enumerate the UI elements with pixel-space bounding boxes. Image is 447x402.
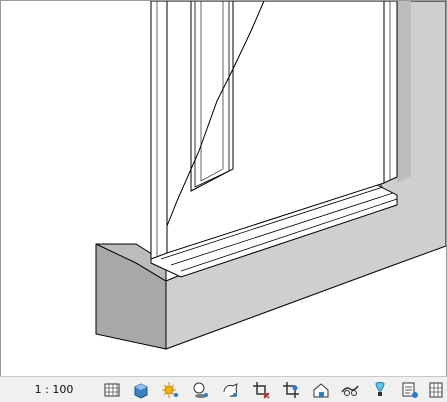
reveal-hidden-elements-icon[interactable] xyxy=(370,380,390,400)
3d-view-canvas[interactable] xyxy=(0,0,447,377)
unlock-3d-view-icon[interactable] xyxy=(311,380,331,400)
door-frame-right xyxy=(383,1,398,184)
crop-view-icon[interactable] xyxy=(251,380,271,400)
show-crop-region-icon[interactable] xyxy=(281,380,301,400)
worksharing-display-icon[interactable] xyxy=(428,380,447,400)
temporary-hide-isolate-icon[interactable] xyxy=(340,380,360,400)
model-drawing xyxy=(95,1,446,350)
visual-style-icon[interactable] xyxy=(131,380,151,400)
sun-path-icon[interactable] xyxy=(160,380,180,400)
wall-jamb-shadow xyxy=(397,1,411,183)
door-frame-left xyxy=(150,1,168,260)
temporary-view-properties-icon[interactable] xyxy=(400,380,420,400)
detail-level-icon[interactable] xyxy=(102,380,122,400)
rendering-dialog-icon[interactable] xyxy=(221,380,241,400)
door-glass-panel xyxy=(190,1,234,192)
scale-menu[interactable]: 1 : 100 xyxy=(30,382,78,398)
shadows-icon[interactable] xyxy=(190,380,210,400)
view-control-bar: 1 : 100 xyxy=(0,376,447,402)
